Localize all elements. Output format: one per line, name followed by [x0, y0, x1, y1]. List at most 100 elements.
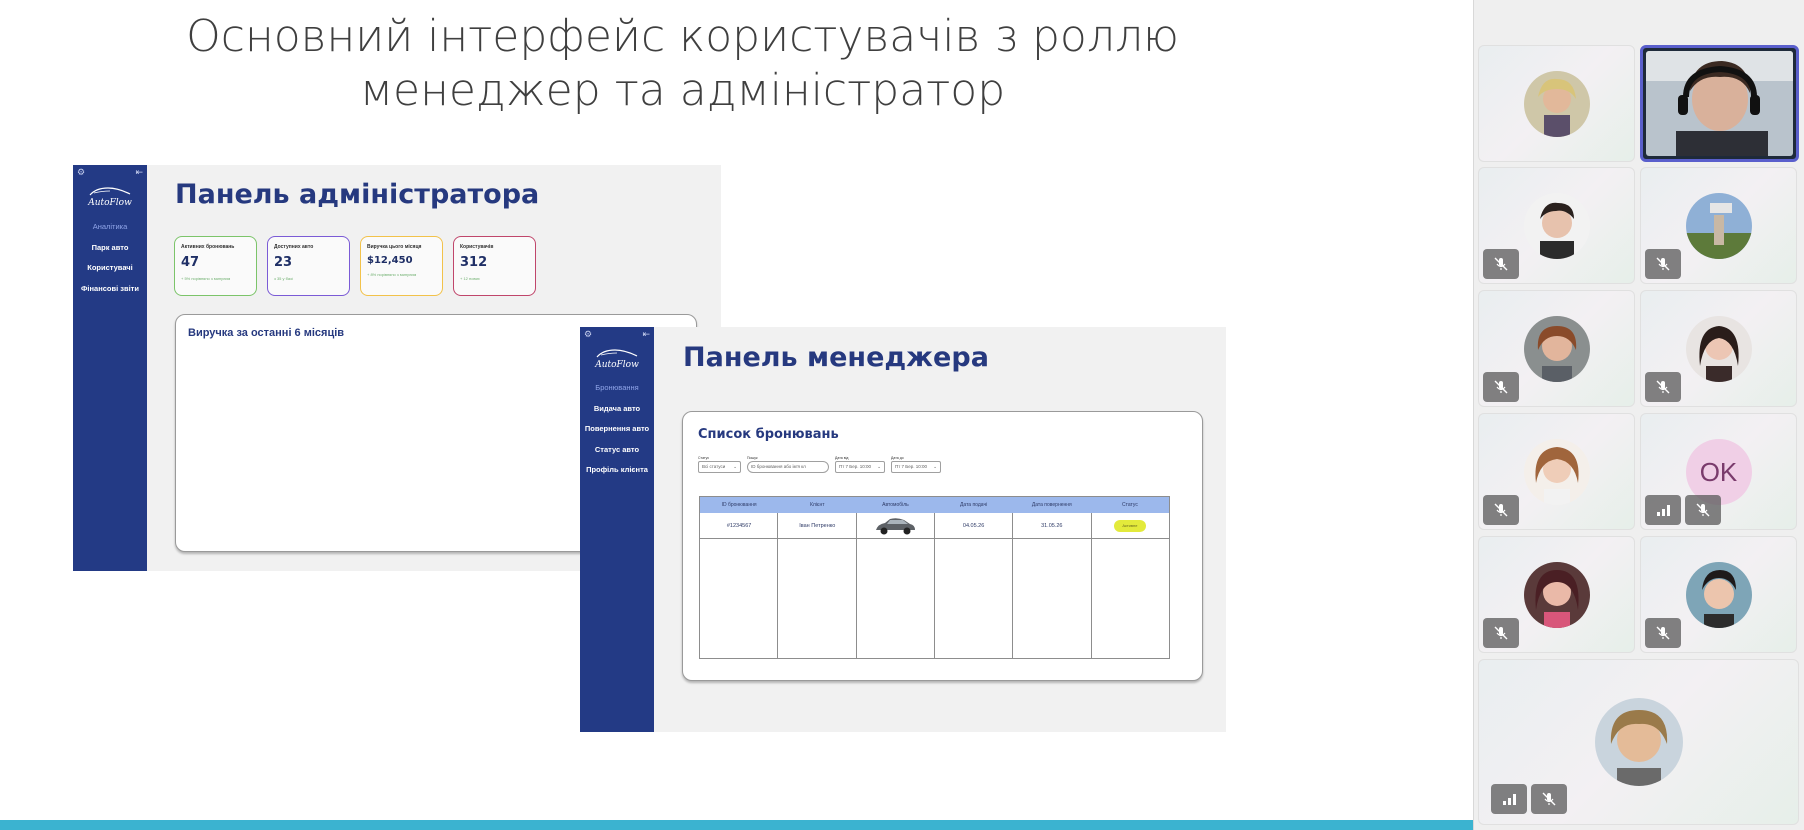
signal-bars-icon	[1491, 784, 1527, 814]
bookings-title: Список бронювань	[698, 427, 839, 442]
tile-badges	[1491, 784, 1567, 814]
avatar	[1685, 192, 1752, 259]
mic-muted-icon	[1645, 372, 1681, 402]
column-header: ID бронювання	[721, 502, 757, 508]
mic-muted-icon	[1645, 249, 1681, 279]
slide-title-line-1: Основний інтерфейс користувачів з роллю	[186, 11, 1179, 62]
filter-value: Пт 7 Бер. 10:00	[895, 464, 928, 469]
car-logo-icon	[596, 349, 638, 358]
tile-badges	[1483, 618, 1519, 648]
stat-label: Користувачів	[460, 244, 494, 250]
participant-tile[interactable]	[1640, 290, 1797, 407]
mic-muted-icon	[1685, 495, 1721, 525]
stat-sub: + 5% порівняно з минулим	[181, 276, 231, 281]
shared-slide: Основний інтерфейс користувачів з роллю …	[0, 0, 1473, 830]
tile-badges	[1483, 249, 1519, 279]
participant-tile[interactable]	[1478, 290, 1635, 407]
stat-value: 47	[181, 255, 200, 270]
admin-nav-fleet[interactable]: Парк авто	[73, 238, 147, 259]
mic-muted-icon	[1483, 618, 1519, 648]
avatar	[1523, 70, 1590, 137]
manager-heading: Панель менеджера	[683, 342, 989, 373]
filter-value: Всі статуси	[702, 464, 726, 469]
brand-name: AutoFlow	[595, 360, 639, 370]
tile-badges	[1645, 618, 1681, 648]
cell-booking-id: #1234567	[726, 523, 752, 529]
column-header: Клієнт	[809, 502, 825, 508]
filter-value: Пт 7 Бер. 10:00	[839, 464, 872, 469]
participant-tile[interactable]	[1478, 536, 1635, 653]
participant-tile-ok[interactable]: OK	[1640, 413, 1797, 530]
participant-tile[interactable]	[1640, 536, 1797, 653]
signal-bars-icon	[1645, 495, 1681, 525]
filter-search[interactable]: Пошук ID бронювання або ім'я кл	[747, 456, 829, 473]
participant-tile[interactable]	[1478, 167, 1635, 284]
chevron-down-icon: ⌄	[877, 464, 881, 469]
stat-label: Виручка цього місяця	[367, 244, 422, 250]
settings-icon: ⚙	[584, 330, 593, 340]
admin-nav-users[interactable]: Користувачі	[73, 258, 147, 279]
stat-sub: + 8% порівняно з минулим	[367, 272, 417, 277]
stat-card-revenue: Виручка цього місяця $12,450 + 8% порівн…	[360, 236, 443, 296]
participant-tile[interactable]	[1478, 45, 1635, 162]
cell-client: Іван Петренко	[799, 523, 836, 529]
manager-nav: Бронювання Видача авто Повернення авто С…	[580, 378, 654, 481]
mic-muted-icon	[1483, 495, 1519, 525]
tile-badges	[1483, 372, 1519, 402]
cell-start-date: 04.05.26	[962, 523, 985, 529]
manager-nav-return[interactable]: Повернення авто	[580, 419, 654, 440]
stat-value: 23	[274, 255, 293, 270]
mic-muted-icon	[1483, 249, 1519, 279]
column-header: Дата повернення	[1031, 502, 1072, 508]
mic-muted-icon	[1483, 372, 1519, 402]
manager-nav-bookings[interactable]: Бронювання	[580, 378, 654, 399]
settings-icon: ⚙	[77, 168, 86, 178]
admin-nav-analytics[interactable]: Аналітика	[73, 217, 147, 238]
participant-tile-speaking[interactable]	[1640, 45, 1799, 162]
stat-card-bookings: Активних бронювань 47 + 5% порівняно з м…	[174, 236, 257, 296]
chevron-down-icon: ⌄	[733, 464, 737, 469]
admin-nav-finance[interactable]: Фінансові звіти	[73, 279, 147, 300]
manager-panel-screenshot: ⚙ ⇤ AutoFlow Бронювання Видача авто Повер…	[580, 327, 1226, 732]
column-header: Статус	[1122, 502, 1138, 508]
chevron-down-icon: ⌄	[933, 464, 937, 469]
avatar	[1594, 698, 1683, 786]
stat-sub: + 12 нових	[460, 276, 480, 281]
cell-car	[856, 513, 934, 538]
avatar	[1685, 561, 1752, 628]
participants-panel: OK	[1473, 0, 1804, 830]
autoflow-logo: AutoFlow	[73, 185, 147, 208]
stat-value: $12,450	[367, 255, 413, 266]
stat-sub: з 35 у базі	[274, 276, 293, 281]
slide-title: Основний інтерфейс користувачів з роллю …	[120, 10, 1245, 118]
participant-video	[1646, 51, 1793, 156]
manager-nav-issue[interactable]: Видача авто	[580, 399, 654, 420]
participant-tile-large[interactable]	[1478, 659, 1799, 825]
avatar	[1685, 315, 1752, 382]
tile-badges	[1645, 372, 1681, 402]
filter-status[interactable]: Статус Всі статуси ⌄	[698, 456, 741, 473]
bookings-card: Список бронювань Статус Всі статуси ⌄ Пош…	[682, 411, 1203, 681]
admin-heading: Панель адміністратора	[175, 179, 540, 210]
table-row[interactable]: #1234567 Іван Петренко 04.05.26 31.05.26…	[700, 513, 1169, 539]
search-input[interactable]: ID бронювання або ім'я кл	[751, 462, 806, 472]
filter-date-to[interactable]: Дата до Пт 7 Бер. 10:00 ⌄	[891, 456, 941, 473]
manager-nav-profile[interactable]: Профіль клієнта	[580, 460, 654, 481]
manager-nav-status[interactable]: Статус авто	[580, 440, 654, 461]
admin-sidebar: ⚙ ⇤ AutoFlow Аналітика Парк авто Користув…	[73, 165, 147, 571]
participant-tile[interactable]	[1640, 167, 1797, 284]
stat-label: Активних бронювань	[181, 244, 235, 250]
meeting-window: Основний інтерфейс користувачів з роллю …	[0, 0, 1804, 830]
manager-sidebar: ⚙ ⇤ AutoFlow Бронювання Видача авто Повер…	[580, 327, 654, 732]
column-header: Автомобіль	[882, 502, 909, 508]
car-logo-icon	[89, 187, 131, 196]
stat-value: 312	[460, 255, 488, 270]
participant-tile[interactable]	[1478, 413, 1635, 530]
bookings-table: ID бронювання Клієнт Автомобіль Дата под…	[699, 496, 1170, 659]
cell-status: Активне	[1091, 513, 1169, 538]
filter-date-from[interactable]: Дата від Пт 7 Бер. 10:00 ⌄	[835, 456, 885, 473]
stat-card-cars: Доступних авто 23 з 35 у базі	[267, 236, 350, 296]
tile-badges	[1645, 495, 1721, 525]
tile-badges	[1483, 495, 1519, 525]
autoflow-logo: AutoFlow	[580, 347, 654, 370]
